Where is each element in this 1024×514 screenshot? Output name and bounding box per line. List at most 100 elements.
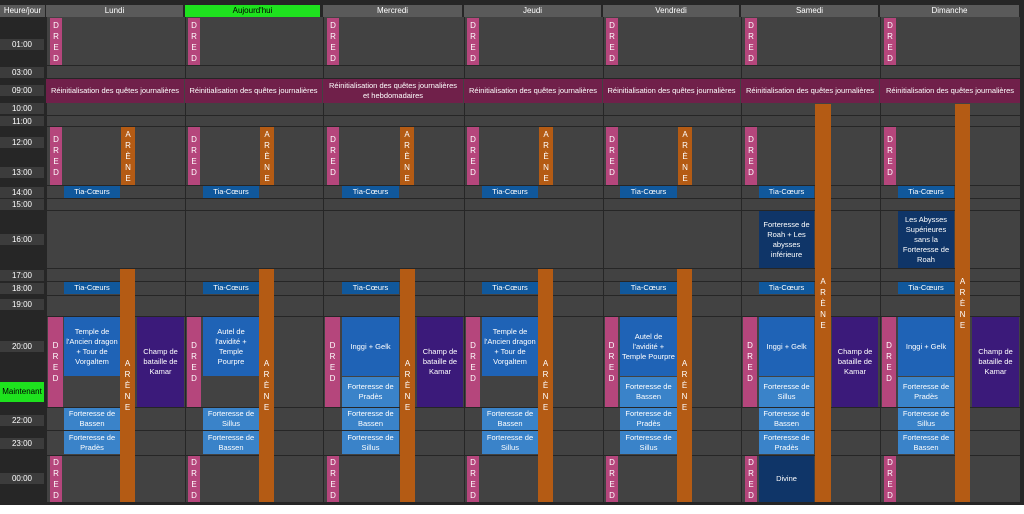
event-tia[interactable]: Tia-Cœurs xyxy=(203,186,259,198)
event-tia[interactable]: Tia-Cœurs xyxy=(620,186,677,198)
event-dred[interactable]: D R E D xyxy=(466,317,480,407)
event-fortress[interactable]: Forteresse de Bassen xyxy=(64,408,120,430)
event-dred[interactable]: D R E D xyxy=(467,456,479,502)
event-tia[interactable]: Tia-Cœurs xyxy=(620,282,677,294)
event-fortress[interactable]: Forteresse de Sillus xyxy=(342,431,399,454)
event-fortress[interactable]: Forteresse de Pradès xyxy=(898,377,954,407)
event-kamar[interactable]: Champ de bataille de Kamar xyxy=(972,317,1019,407)
event-fortress[interactable]: Forteresse de Bassen xyxy=(759,408,814,430)
event-dungeon[interactable]: Inggi + Gelk xyxy=(898,317,954,376)
event-dred[interactable]: D R E D xyxy=(327,456,339,502)
event-tia[interactable]: Tia-Cœurs xyxy=(898,186,954,198)
event-arene[interactable]: A R È N E xyxy=(400,127,414,185)
event-dred[interactable]: D R E D xyxy=(327,127,339,185)
event-reset[interactable]: Réinitialisation des quêtes journalières xyxy=(603,79,740,103)
event-tia[interactable]: Tia-Cœurs xyxy=(898,282,954,294)
event-arene[interactable]: A R È N E xyxy=(260,127,274,185)
event-arene[interactable]: A R È N E xyxy=(121,127,135,185)
hour-label: 18:00 xyxy=(0,283,44,294)
event-fortress[interactable]: Forteresse de Pradès xyxy=(342,377,399,407)
event-reset[interactable]: Réinitialisation des quêtes journalières xyxy=(880,79,1020,103)
event-reset-weekly[interactable]: Réinitialisation des quêtes journalières… xyxy=(323,79,463,103)
event-dred[interactable]: D R E D xyxy=(50,127,62,185)
event-dred[interactable]: D R E D xyxy=(467,18,479,65)
event-reset[interactable]: Réinitialisation des quêtes journalières xyxy=(46,79,184,103)
event-fortress[interactable]: Forteresse de Sillus xyxy=(620,431,677,454)
event-dungeon[interactable]: Inggi + Gelk xyxy=(342,317,399,376)
event-arene[interactable]: A R È N E xyxy=(955,104,970,502)
event-fortress[interactable]: Forteresse de Pradès xyxy=(620,408,677,430)
event-arene[interactable]: A R È N E xyxy=(539,127,553,185)
event-dred[interactable]: D R E D xyxy=(884,127,896,185)
hour-label: 01:00 xyxy=(0,39,44,50)
event-fortress[interactable]: Forteresse de Pradès xyxy=(759,431,814,454)
event-dred[interactable]: D R E D xyxy=(325,317,340,407)
event-dred[interactable]: D R E D xyxy=(745,127,757,185)
event-fortress[interactable]: Forteresse de Sillus xyxy=(759,377,814,407)
event-dred[interactable]: D R E D xyxy=(882,317,896,407)
event-dred[interactable]: D R E D xyxy=(745,456,757,502)
event-dred[interactable]: D R E D xyxy=(606,18,618,65)
event-tia[interactable]: Tia-Cœurs xyxy=(64,186,120,198)
event-arene[interactable]: A R È N E xyxy=(677,269,692,502)
event-fortress[interactable]: Forteresse de Bassen xyxy=(898,431,954,454)
now-indicator: Maintenant xyxy=(0,382,44,402)
event-dungeon[interactable]: Temple de l'Ancien dragon + Tour de Vorg… xyxy=(64,317,120,376)
event-arene[interactable]: A R È N E xyxy=(400,269,415,502)
event-dred[interactable]: D R E D xyxy=(745,18,757,65)
event-dungeon[interactable]: Inggi + Gelk xyxy=(759,317,814,376)
event-fortress[interactable]: Forteresse de Sillus xyxy=(898,408,954,430)
event-tia[interactable]: Tia-Cœurs xyxy=(342,282,399,294)
event-dungeon[interactable]: Autel de l'avidité + Temple Pourpre xyxy=(203,317,259,376)
event-kamar[interactable]: Champ de bataille de Kamar xyxy=(832,317,878,407)
event-fortress[interactable]: Forteresse de Bassen xyxy=(342,408,399,430)
event-reset[interactable]: Réinitialisation des quêtes journalières xyxy=(185,79,322,103)
event-tia[interactable]: Tia-Cœurs xyxy=(759,282,814,294)
event-fortress[interactable]: Forteresse de Sillus xyxy=(482,431,538,454)
event-tia[interactable]: Tia-Cœurs xyxy=(203,282,259,294)
event-tia[interactable]: Tia-Cœurs xyxy=(64,282,120,294)
event-tia[interactable]: Tia-Cœurs xyxy=(482,186,538,198)
event-abyss[interactable]: Les Abysses Supérieures sans la Forteres… xyxy=(898,211,954,268)
event-dred[interactable]: D R E D xyxy=(605,317,618,407)
event-abyss[interactable]: Forteresse de Roah + Les abysses inférie… xyxy=(759,211,814,268)
event-dred[interactable]: D R E D xyxy=(743,317,757,407)
event-arene[interactable]: A R È N E xyxy=(815,104,831,502)
event-fortress[interactable]: Forteresse de Sillus xyxy=(203,408,259,430)
hour-label: 20:00 xyxy=(0,341,44,352)
event-dred[interactable]: D R E D xyxy=(50,18,62,65)
event-fortress[interactable]: Forteresse de Bassen xyxy=(203,431,259,454)
event-dred[interactable]: D R E D xyxy=(884,18,896,65)
event-dred[interactable]: D R E D xyxy=(606,456,618,502)
event-arene[interactable]: A R È N E xyxy=(678,127,692,185)
event-kamar[interactable]: Champ de bataille de Kamar xyxy=(137,317,184,407)
event-reset[interactable]: Réinitialisation des quêtes journalières xyxy=(741,79,879,103)
event-tia[interactable]: Tia-Cœurs xyxy=(482,282,538,294)
event-reset[interactable]: Réinitialisation des quêtes journalières xyxy=(464,79,602,103)
event-dred[interactable]: D R E D xyxy=(606,127,618,185)
hour-label: 17:00 xyxy=(0,270,44,281)
event-dred[interactable]: D R E D xyxy=(187,317,201,407)
event-tia[interactable]: Tia-Cœurs xyxy=(759,186,814,198)
event-fortress[interactable]: Forteresse de Pradès xyxy=(64,431,120,454)
event-dungeon[interactable]: Autel de l'avidité + Temple Pourpre xyxy=(620,317,677,376)
event-divine[interactable]: Divine xyxy=(759,456,814,502)
event-dred[interactable]: D R E D xyxy=(188,18,200,65)
hour-label: 10:00 xyxy=(0,103,44,114)
event-arene[interactable]: A R È N E xyxy=(259,269,274,502)
event-dred[interactable]: D R E D xyxy=(188,456,200,502)
event-kamar[interactable]: Champ de bataille de Kamar xyxy=(417,317,463,407)
event-dred[interactable]: D R E D xyxy=(884,456,896,502)
event-dred[interactable]: D R E D xyxy=(327,18,339,65)
event-arene[interactable]: A R È N E xyxy=(120,269,135,502)
event-arene[interactable]: A R È N E xyxy=(538,269,553,502)
day-header-dimanche: Dimanche xyxy=(880,5,1020,17)
event-fortress[interactable]: Forteresse de Bassen xyxy=(482,408,538,430)
event-dred[interactable]: D R E D xyxy=(467,127,479,185)
event-dred[interactable]: D R E D xyxy=(50,456,62,502)
event-dred[interactable]: D R E D xyxy=(48,317,63,407)
event-tia[interactable]: Tia-Cœurs xyxy=(342,186,399,198)
event-dred[interactable]: D R E D xyxy=(188,127,200,185)
event-dungeon[interactable]: Temple de l'Ancien dragon + Tour de Vorg… xyxy=(482,317,538,376)
event-fortress[interactable]: Forteresse de Bassen xyxy=(620,377,677,407)
